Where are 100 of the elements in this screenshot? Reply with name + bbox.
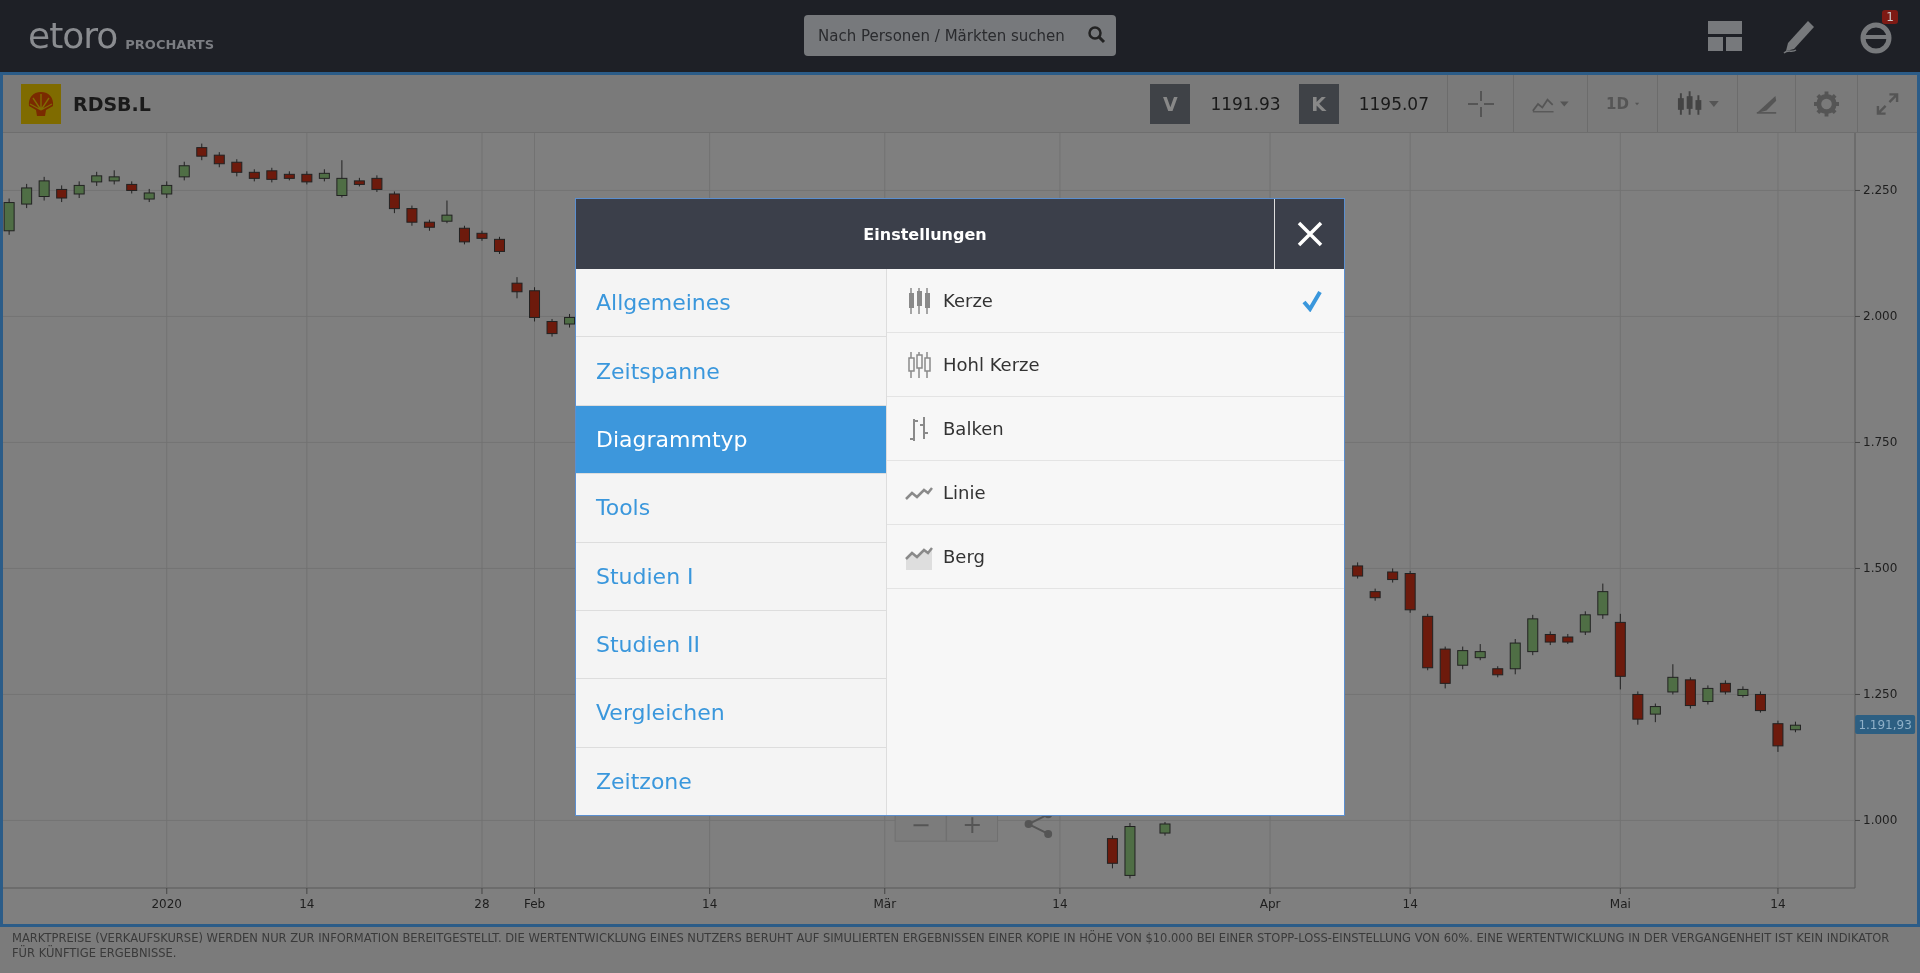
caret-icon xyxy=(1560,100,1569,107)
chart-type-option[interactable]: Hohl Kerze xyxy=(887,333,1344,397)
candle xyxy=(73,180,85,199)
price-tag: 1.191,93 xyxy=(1855,715,1916,735)
candle xyxy=(196,143,208,161)
dialog-title: Einstellungen xyxy=(862,224,988,244)
candle xyxy=(511,276,523,299)
candle xyxy=(1789,721,1801,733)
candle xyxy=(1159,821,1171,837)
candle xyxy=(161,180,173,199)
buy-label[interactable]: K xyxy=(1298,83,1339,124)
candle xyxy=(3,198,15,236)
instrument-symbol: RDSB.L xyxy=(73,92,151,115)
axis-label: 1.250 xyxy=(1863,687,1898,702)
candle xyxy=(231,158,243,177)
candle xyxy=(423,219,435,232)
axis-label: Feb xyxy=(523,897,546,911)
chart-type-option[interactable]: Kerze xyxy=(887,269,1344,333)
settings-icon xyxy=(1814,90,1839,117)
candle xyxy=(529,286,540,322)
candle xyxy=(1737,685,1749,698)
candle xyxy=(1457,646,1469,670)
chart-type-option[interactable]: Balken xyxy=(887,397,1344,461)
expand-icon xyxy=(1876,91,1899,116)
candle xyxy=(441,200,453,224)
option-label: Balken xyxy=(943,418,1005,439)
candlestick-icon xyxy=(1676,90,1704,117)
logo-subtitle: PROCHARTS xyxy=(125,37,215,52)
search-field[interactable]: Nach Personen / Märkten suchen xyxy=(804,15,1116,56)
option-label: Hohl Kerze xyxy=(943,354,1041,375)
candle xyxy=(1387,567,1399,584)
candle xyxy=(1579,610,1591,636)
candle xyxy=(1404,570,1416,614)
candle xyxy=(56,184,68,203)
candle xyxy=(126,180,138,194)
candle xyxy=(108,169,120,185)
candle xyxy=(388,190,400,214)
logo[interactable]: etoro xyxy=(28,18,118,54)
buy-price[interactable]: 1195.07 xyxy=(1338,93,1447,114)
candle xyxy=(143,188,155,203)
axis-label: Mär xyxy=(873,897,897,911)
candle xyxy=(1492,665,1504,678)
candle xyxy=(1439,646,1451,689)
candle xyxy=(1667,663,1679,695)
axis-label: 2.000 xyxy=(1863,309,1898,324)
caret-icon xyxy=(1709,100,1719,107)
candle xyxy=(38,176,50,202)
candle xyxy=(353,177,365,187)
candle xyxy=(1509,638,1521,675)
chart-type-option[interactable]: Berg xyxy=(887,525,1344,589)
axis-label: 14 xyxy=(702,897,718,911)
chart-type-option[interactable]: Linie xyxy=(887,461,1344,525)
candle xyxy=(1649,703,1661,723)
option-label: Kerze xyxy=(943,290,994,311)
candle xyxy=(266,167,278,183)
candle xyxy=(406,205,418,227)
crosshair-icon xyxy=(1467,90,1494,117)
candle xyxy=(1106,835,1118,869)
axis-label: 1.000 xyxy=(1863,813,1898,828)
axis-label: 14 xyxy=(1052,897,1068,911)
settings-tab[interactable]: Diagrammtyp xyxy=(576,405,886,475)
candle xyxy=(248,168,260,182)
notification-badge: 1 xyxy=(1882,10,1898,24)
search-icon[interactable] xyxy=(1088,26,1106,44)
layout-icon[interactable] xyxy=(1708,21,1742,51)
hollow-candlestick-icon xyxy=(905,350,933,379)
candle xyxy=(178,161,190,181)
close-icon xyxy=(1296,221,1323,247)
candle xyxy=(1352,561,1364,580)
candle xyxy=(546,318,558,338)
candle xyxy=(1754,690,1766,714)
sell-label[interactable]: V xyxy=(1150,83,1191,124)
candle xyxy=(1702,684,1714,706)
caret-icon xyxy=(1634,100,1639,107)
candle xyxy=(213,151,225,168)
sell-price[interactable]: 1191.93 xyxy=(1190,93,1299,114)
axis-label: Mai xyxy=(1609,897,1631,911)
candle xyxy=(1124,822,1136,879)
candle xyxy=(91,171,103,187)
disclaimer-text: MARKTPREISE (VERKAUFSKURSE) WERDEN NUR ZUR INFORMATION BEREITGESTELLT. DIE WERTENTWICKLUNG EINES NUTZERS BERUHT AUF SIMULIERTEN ERGEBNISSEN EINER KOPIE IN HÖHE VON $10.000 BEI EINER STOPP-LOSS-EINSTELLUNG VON 60%. EINE WERTENTWICKLUNG IN DER VERGANGENHEIT IST KEIN INDIKATOR FÜR KÜNFTIGE ERGEBNISSE. xyxy=(12,931,1891,961)
axis-label: 14 xyxy=(1402,897,1418,911)
candle xyxy=(336,159,348,198)
candle xyxy=(301,170,313,185)
axis-label: 14 xyxy=(299,897,315,911)
candle xyxy=(318,168,330,182)
candle xyxy=(1597,583,1609,620)
candle xyxy=(1719,679,1731,695)
candle xyxy=(1544,630,1556,646)
axis-label: 14 xyxy=(1770,897,1786,911)
axis-label: 1.750 xyxy=(1863,435,1898,450)
candle xyxy=(458,225,470,245)
candle xyxy=(564,313,576,329)
axis-label: 2020 xyxy=(151,897,182,911)
axis-label: 28 xyxy=(474,897,490,911)
candle xyxy=(494,236,505,255)
candle xyxy=(21,183,33,209)
axis-label: 2.250 xyxy=(1863,183,1898,198)
axis-label: 1.500 xyxy=(1863,561,1898,576)
candle xyxy=(1684,676,1696,710)
option-label: Berg xyxy=(943,546,986,567)
